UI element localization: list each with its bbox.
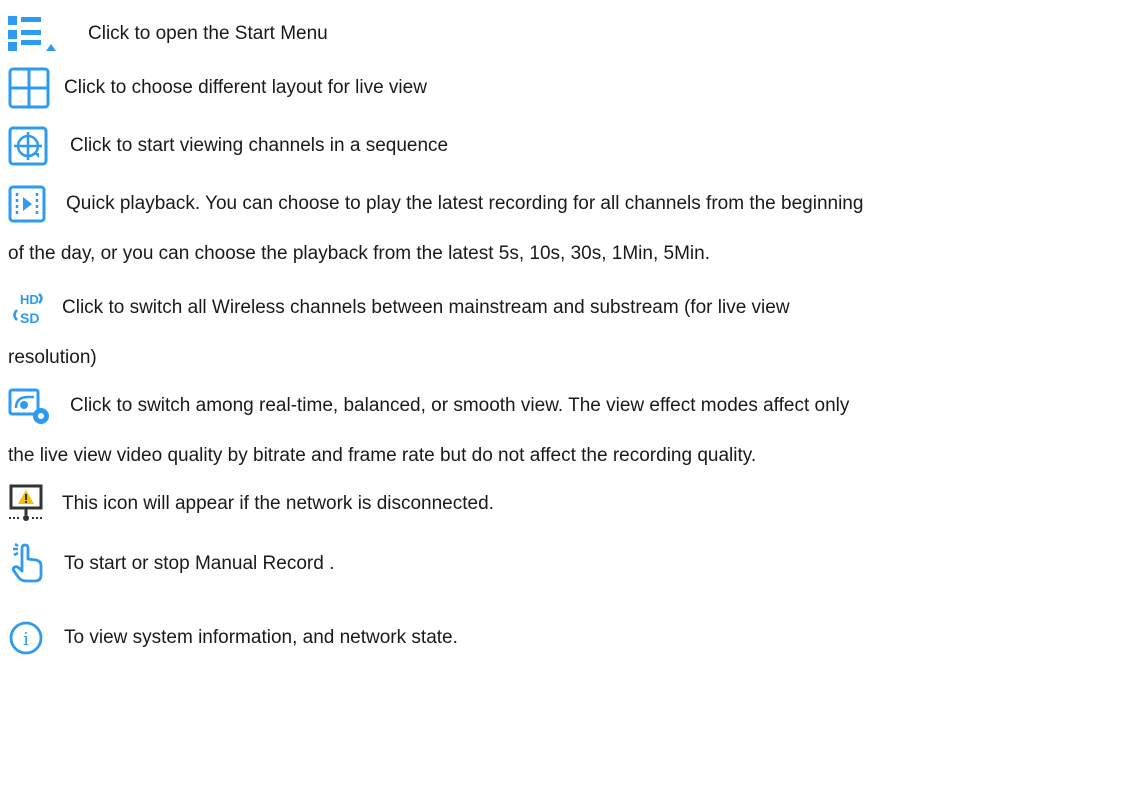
list-item: i To view system information, and networ… [8, 616, 1128, 660]
item-text-continued: of the day, or you can choose the playba… [8, 243, 710, 264]
sequence-view-icon [8, 126, 70, 166]
hd-sd-switch-icon: HD SD [8, 288, 62, 328]
manual-record-hand-icon [8, 543, 64, 585]
layout-grid-icon [8, 67, 64, 109]
list-item: Click to choose different layout for liv… [8, 66, 1128, 110]
list-item: This icon will appear if the network is … [8, 482, 1128, 526]
item-text: Click to choose different layout for liv… [64, 76, 427, 98]
view-effect-icon [8, 386, 70, 426]
item-text: Click to switch among real-time, balance… [70, 394, 850, 416]
item-text: To start or stop Manual Record . [64, 552, 335, 574]
info-icon: i [8, 618, 64, 658]
list-item: Click to start viewing channels in a seq… [8, 124, 1128, 168]
info-glyph: i [23, 629, 29, 650]
item-text-continued: resolution) [8, 347, 97, 368]
list-item: Click to open the Start Menu [8, 12, 1128, 56]
list-item: To start or stop Manual Record . [8, 542, 1128, 586]
list-item: Quick playback. You can choose to play t… [8, 182, 1128, 276]
item-text: Quick playback. You can choose to play t… [66, 192, 864, 214]
item-text: Click to start viewing channels in a seq… [70, 134, 449, 156]
network-disconnected-icon [8, 484, 62, 524]
item-text: To view system information, and network … [64, 626, 458, 648]
quick-playback-icon [8, 185, 66, 223]
item-text: This icon will appear if the network is … [62, 492, 494, 514]
item-text-continued: the live view video quality by bitrate a… [8, 445, 757, 466]
sd-label: SD [20, 310, 39, 326]
item-text: Click to open the Start Menu [88, 22, 328, 44]
hd-label: HD [20, 292, 39, 307]
list-item: HD SD Click to switch all Wireless chann… [8, 286, 1128, 380]
document-page: Click to open the Start Menu Click to ch… [8, 0, 1128, 794]
start-menu-icon [8, 14, 88, 54]
list-item: Click to switch among real-time, balance… [8, 384, 1128, 478]
item-text: Click to switch all Wireless channels be… [62, 296, 790, 318]
